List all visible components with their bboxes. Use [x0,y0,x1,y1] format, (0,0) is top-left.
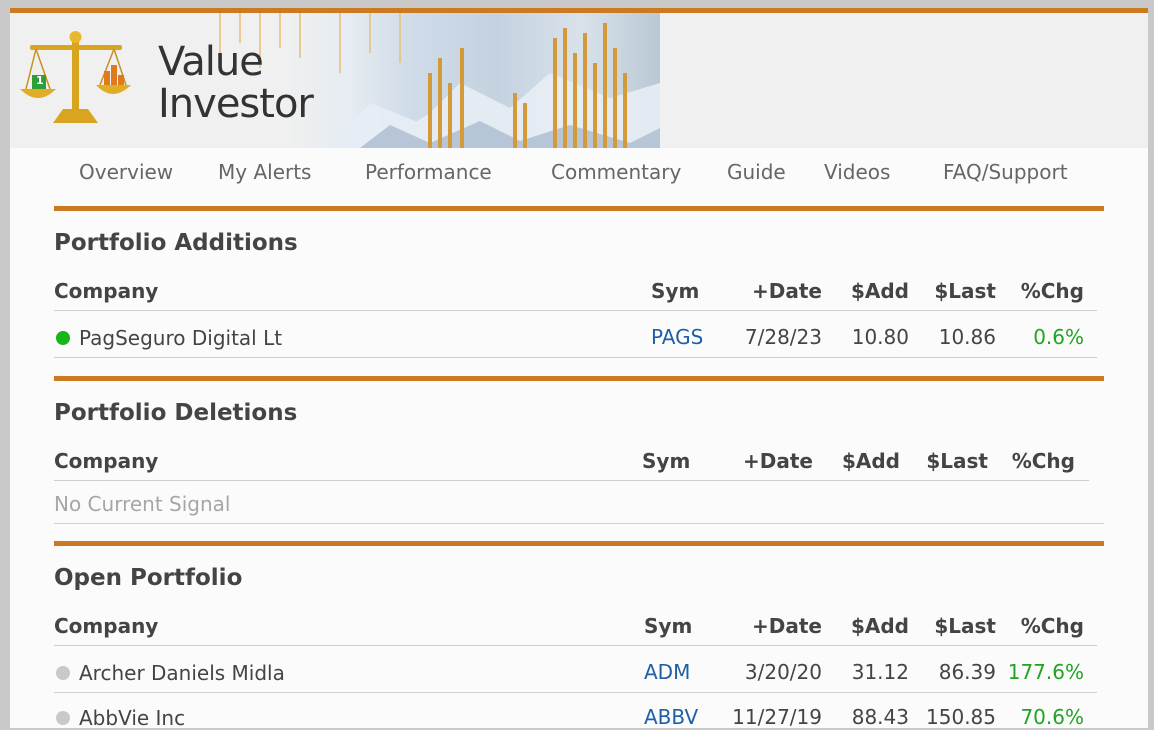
additions-title: Portfolio Additions [54,230,298,256]
nav-my-alerts[interactable]: My Alerts [218,160,311,184]
logo-badge-number: 1 [36,74,44,87]
section-divider [54,541,1104,546]
header-divider [54,480,1089,481]
symbol-link[interactable]: ABBV [644,705,698,729]
col-add: $Add [850,279,909,303]
status-dot-green [56,331,70,345]
row-divider [54,357,1097,358]
company-name[interactable]: Archer Daniels Midla [79,661,285,685]
status-dot-gray [56,666,70,680]
col-add: $Add [850,614,909,638]
page: 1 Value Investor Overview My Alerts Perf… [10,8,1148,730]
banner-artwork: 1 Value Investor [10,13,660,148]
section-divider [54,376,1104,381]
last-price: 10.86 [938,325,996,349]
company-name[interactable]: PagSeguro Digital Lt [79,326,282,350]
symbol-link[interactable]: PAGS [651,325,703,349]
col-last: $Last [934,614,996,638]
col-date: +Date [743,449,813,473]
col-last: $Last [926,449,988,473]
col-last: $Last [934,279,996,303]
add-date: 11/27/19 [732,705,822,729]
col-date: +Date [752,614,822,638]
col-sym: Sym [644,614,693,638]
add-price: 10.80 [851,325,909,349]
col-add: $Add [841,449,900,473]
last-price: 86.39 [938,660,996,684]
deletions-title: Portfolio Deletions [54,400,298,426]
col-company: Company [54,614,159,638]
col-chg: %Chg [1011,449,1075,473]
pct-change: 177.6% [1007,660,1084,684]
nav-faq-support[interactable]: FAQ/Support [943,160,1068,184]
symbol-link[interactable]: ADM [644,660,690,684]
pct-change: 70.6% [1020,705,1084,729]
col-date: +Date [752,279,822,303]
add-price: 31.12 [851,660,909,684]
col-sym: Sym [651,279,700,303]
site-logo-text[interactable]: Value Investor [158,39,314,127]
nav-overview[interactable]: Overview [79,160,173,184]
header-banner: 1 Value Investor [10,13,1148,148]
add-date: 7/28/23 [744,325,822,349]
nav-guide[interactable]: Guide [727,160,786,184]
header-divider [54,310,1097,311]
header-divider [54,645,1097,646]
logo-line-2: Investor [158,81,314,127]
last-price: 150.85 [926,705,996,729]
add-price: 88.43 [851,705,909,729]
row-divider [54,692,1097,693]
col-sym: Sym [642,449,691,473]
pct-change: 0.6% [1033,325,1084,349]
company-name[interactable]: AbbVie Inc [79,706,185,730]
row-divider [54,523,1104,524]
status-dot-gray [56,711,70,725]
main-nav: Overview My Alerts Performance Commentar… [10,160,1148,200]
section-divider [54,206,1104,211]
col-company: Company [54,449,159,473]
nav-commentary[interactable]: Commentary [551,160,681,184]
nav-performance[interactable]: Performance [365,160,492,184]
logo-line-1: Value [158,39,264,85]
col-chg: %Chg [1020,279,1084,303]
col-chg: %Chg [1020,614,1084,638]
open-portfolio-title: Open Portfolio [54,565,243,591]
add-date: 3/20/20 [744,660,822,684]
empty-state-text: No Current Signal [54,492,231,516]
col-company: Company [54,279,159,303]
nav-videos[interactable]: Videos [824,160,890,184]
